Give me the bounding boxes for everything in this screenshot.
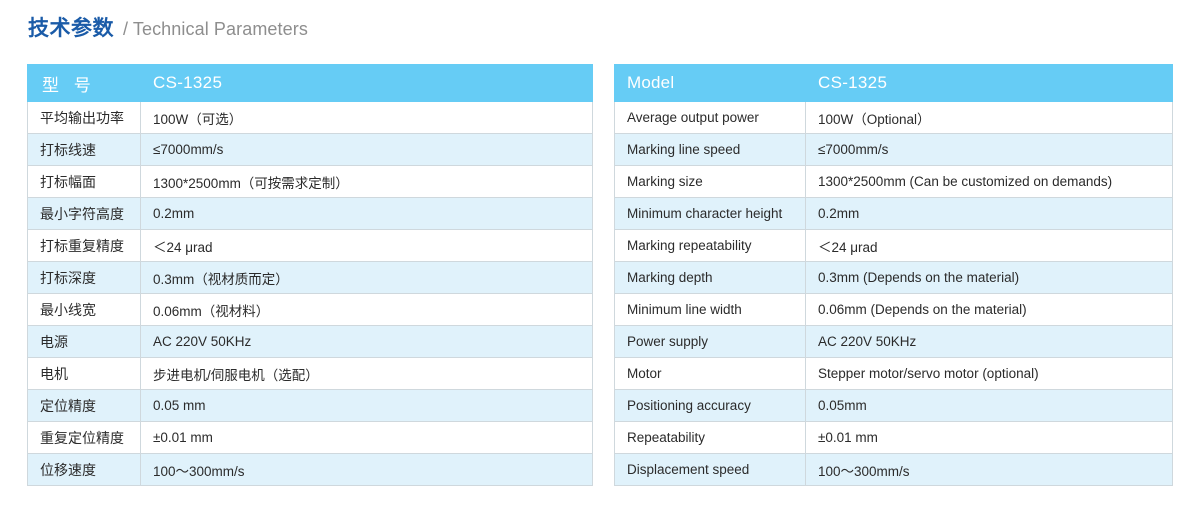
table-row: 重复定位精度 ±0.01 mm [27,421,593,454]
page-title-cn: 技术参数 [28,17,114,40]
table-row: 打标深度 0.3mm（视材质而定） [27,261,593,294]
row-value: 步进电机/伺服电机（选配） [140,357,593,390]
spec-table-chinese-header: 型 号 CS-1325 [27,64,593,102]
table-row: 平均输出功率 100W（可选） [27,101,593,134]
row-label: Minimum line width [614,293,806,326]
row-value: ≤7000mm/s [805,133,1173,166]
row-label: Power supply [614,325,806,358]
row-label: Minimum character height [614,197,806,230]
row-value: 0.2mm [805,197,1173,230]
spec-table-english: Model CS-1325 Average output power 100W（O… [614,64,1173,486]
table-row: 电机 步进电机/伺服电机（选配） [27,357,593,390]
table-row: 最小字符高度 0.2mm [27,197,593,230]
row-value: 100W（Optional） [805,101,1173,134]
spec-table-chinese-body: 平均输出功率 100W（可选） 打标线速 ≤7000mm/s 打标幅面 1300*2500… [27,101,593,486]
row-label: Average output power [614,101,806,134]
row-value: 100～300mm/s [140,453,593,486]
row-label: 电机 [27,357,141,390]
row-label: 最小线宽 [27,293,141,326]
row-value: 0.05mm [805,389,1173,422]
table-row: Repeatability ±0.01 mm [614,421,1173,454]
table-row: Minimum character height 0.2mm [614,197,1173,230]
row-label: 打标线速 [27,133,141,166]
table-row: Marking repeatability ＜24 μrad [614,229,1173,262]
row-label: Marking repeatability [614,229,806,262]
table-row: Minimum line width 0.06mm (Depends on the… [614,293,1173,326]
row-label: 位移速度 [27,453,141,486]
row-value: 1300*2500mm（可按需求定制） [140,165,593,198]
row-value: 1300*2500mm (Can be customized on demand… [805,165,1173,198]
row-value: AC 220V 50KHz [805,325,1173,358]
page-title: 技术参数 / Technical Parameters [28,12,308,44]
row-label: 打标重复精度 [27,229,141,262]
row-label: 电源 [27,325,141,358]
header-cell-value: CS-1325 [140,64,593,102]
row-label: Positioning accuracy [614,389,806,422]
row-value: 0.2mm [140,197,593,230]
table-row: 打标重复精度 ＜24 μrad [27,229,593,262]
header-cell-label: 型 号 [27,64,141,102]
table-row: Power supply AC 220V 50KHz [614,325,1173,358]
table-row: Motor Stepper motor/servo motor (optional… [614,357,1173,390]
table-row: Marking depth 0.3mm (Depends on the mater… [614,261,1173,294]
row-value: Stepper motor/servo motor (optional) [805,357,1173,390]
row-value: ＜24 μrad [140,229,593,262]
row-label: 最小字符高度 [27,197,141,230]
table-header-row: 型 号 CS-1325 [27,64,593,102]
row-value: 0.3mm (Depends on the material) [805,261,1173,294]
row-value: ±0.01 mm [805,421,1173,454]
row-label: Marking line speed [614,133,806,166]
row-label: 定位精度 [27,389,141,422]
table-row: 打标幅面 1300*2500mm（可按需求定制） [27,165,593,198]
row-label: Motor [614,357,806,390]
row-value: AC 220V 50KHz [140,325,593,358]
table-row: 位移速度 100～300mm/s [27,453,593,486]
row-label: Marking size [614,165,806,198]
row-label: 打标幅面 [27,165,141,198]
row-value: 0.05 mm [140,389,593,422]
row-label: Repeatability [614,421,806,454]
table-row: Average output power 100W（Optional） [614,101,1173,134]
table-row: 电源 AC 220V 50KHz [27,325,593,358]
row-value: ≤7000mm/s [140,133,593,166]
row-label: Displacement speed [614,453,806,486]
table-row: Marking line speed ≤7000mm/s [614,133,1173,166]
header-cell-label: Model [614,64,806,102]
row-label: 平均输出功率 [27,101,141,134]
row-value: 100W（可选） [140,101,593,134]
spec-table-english-body: Average output power 100W（Optional） Markin… [614,101,1173,486]
table-row: 最小线宽 0.06mm（视材料） [27,293,593,326]
page-title-en: / Technical Parameters [123,19,308,39]
table-row: Displacement speed 100～300mm/s [614,453,1173,486]
row-label: 重复定位精度 [27,421,141,454]
row-value: ±0.01 mm [140,421,593,454]
table-header-row: Model CS-1325 [614,64,1173,102]
row-label: Marking depth [614,261,806,294]
table-row: Positioning accuracy 0.05mm [614,389,1173,422]
row-value: 100～300mm/s [805,453,1173,486]
row-value: 0.3mm（视材质而定） [140,261,593,294]
table-row: 打标线速 ≤7000mm/s [27,133,593,166]
row-value: 0.06mm (Depends on the material) [805,293,1173,326]
spec-table-chinese: 型 号 CS-1325 平均输出功率 100W（可选） 打标线速 ≤7000mm/s 打… [27,64,593,486]
row-value: ＜24 μrad [805,229,1173,262]
row-value: 0.06mm（视材料） [140,293,593,326]
table-row: 定位精度 0.05 mm [27,389,593,422]
spec-table-english-header: Model CS-1325 [614,64,1173,102]
row-label: 打标深度 [27,261,141,294]
header-cell-value: CS-1325 [805,64,1173,102]
table-row: Marking size 1300*2500mm (Can be customiz… [614,165,1173,198]
